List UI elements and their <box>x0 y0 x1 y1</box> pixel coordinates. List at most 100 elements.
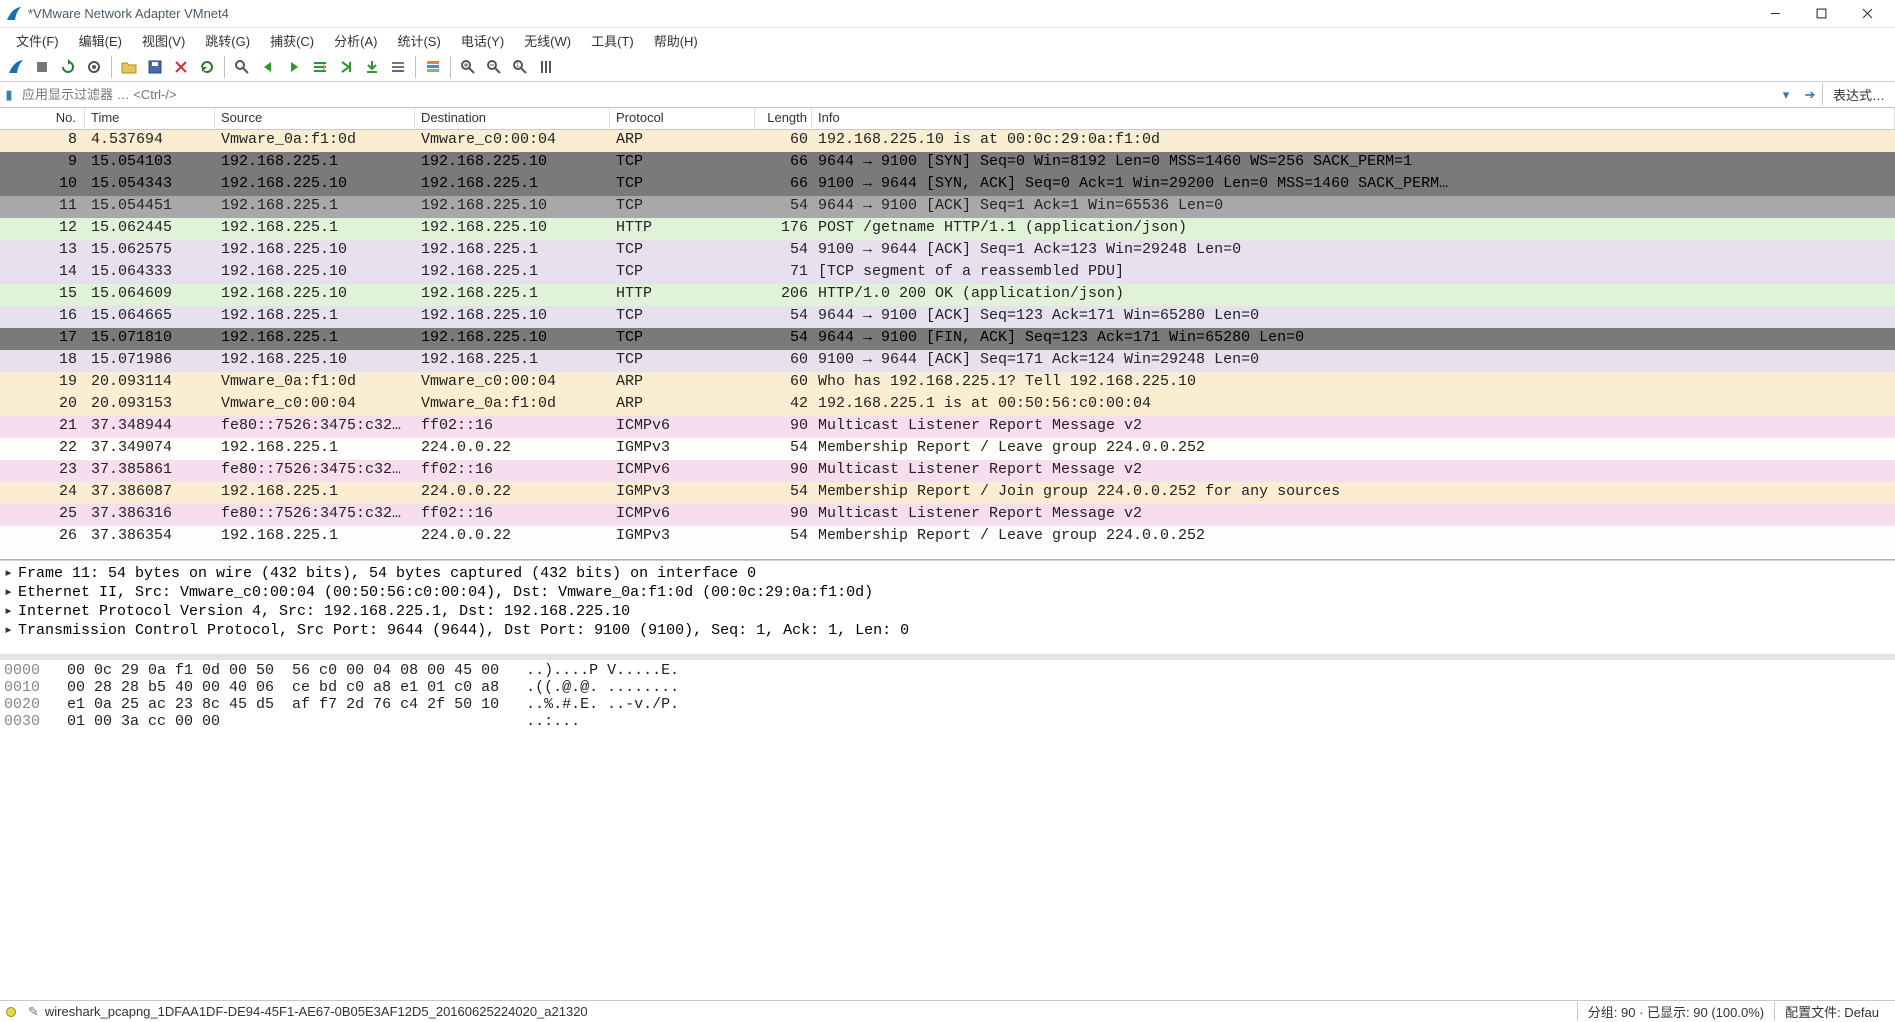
packet-row[interactable]: 1115.054451192.168.225.1192.168.225.10TC… <box>0 196 1895 218</box>
save-file-button[interactable] <box>143 55 167 79</box>
column-info[interactable]: Info <box>812 108 1895 129</box>
packet-row[interactable]: 2137.348944fe80::7526:3475:c32…ff02::16I… <box>0 416 1895 438</box>
expand-icon[interactable]: ▸ <box>4 582 18 601</box>
packet-row[interactable]: 84.537694Vmware_0a:f1:0dVmware_c0:00:04A… <box>0 130 1895 152</box>
packet-info: Membership Report / Leave group 224.0.0.… <box>812 526 1895 548</box>
close-button[interactable] <box>1845 2 1889 26</box>
filter-apply-button[interactable]: ➔ <box>1798 87 1822 103</box>
reload-button[interactable] <box>195 55 219 79</box>
expert-info-icon[interactable] <box>6 1007 16 1017</box>
profile-label[interactable]: 配置文件: Defau <box>1774 1002 1889 1021</box>
edit-icon[interactable]: ✎ <box>28 1004 39 1020</box>
packet-row[interactable]: 1415.064333192.168.225.10192.168.225.1TC… <box>0 262 1895 284</box>
menu-help[interactable]: 帮助(H) <box>644 29 708 52</box>
packet-no: 24 <box>0 482 85 504</box>
capture-options-button[interactable] <box>82 55 106 79</box>
packet-length: 54 <box>755 526 812 548</box>
packet-bytes[interactable]: 0000 00 0c 29 0a f1 0d 00 50 56 c0 00 04… <box>0 660 1895 1000</box>
minimize-button[interactable] <box>1753 2 1797 26</box>
menu-statistics[interactable]: 统计(S) <box>387 29 450 52</box>
bookmark-icon[interactable]: ▮ <box>0 87 18 103</box>
restart-capture-button[interactable] <box>56 55 80 79</box>
packet-source: Vmware_c0:00:04 <box>215 394 415 416</box>
zoom-in-button[interactable] <box>456 55 480 79</box>
packet-length: 66 <box>755 152 812 174</box>
start-capture-button[interactable] <box>4 55 28 79</box>
packet-row[interactable]: 1315.062575192.168.225.10192.168.225.1TC… <box>0 240 1895 262</box>
packet-protocol: ARP <box>610 394 755 416</box>
packet-row[interactable]: 2237.349074192.168.225.1224.0.0.22IGMPv3… <box>0 438 1895 460</box>
packet-length: 60 <box>755 372 812 394</box>
zoom-out-button[interactable] <box>482 55 506 79</box>
expand-icon[interactable]: ▸ <box>4 563 18 582</box>
colorize-button[interactable] <box>421 55 445 79</box>
column-protocol[interactable]: Protocol <box>610 108 755 129</box>
hex-row[interactable]: 0000 00 0c 29 0a f1 0d 00 50 56 c0 00 04… <box>4 662 1891 679</box>
packet-source: Vmware_0a:f1:0d <box>215 372 415 394</box>
stop-capture-button[interactable] <box>30 55 54 79</box>
packet-protocol: ICMPv6 <box>610 416 755 438</box>
menu-tools[interactable]: 工具(T) <box>581 29 644 52</box>
auto-scroll-button[interactable] <box>386 55 410 79</box>
column-length[interactable]: Length <box>755 108 812 129</box>
go-forward-button[interactable] <box>282 55 306 79</box>
menu-capture[interactable]: 捕获(C) <box>260 29 324 52</box>
packet-protocol: IGMPv3 <box>610 526 755 548</box>
filter-dropdown-button[interactable]: ▾ <box>1774 87 1798 103</box>
maximize-button[interactable] <box>1799 2 1843 26</box>
open-file-button[interactable] <box>117 55 141 79</box>
detail-line[interactable]: ▸Frame 11: 54 bytes on wire (432 bits), … <box>4 563 1891 582</box>
packet-row[interactable]: 1515.064609192.168.225.10192.168.225.1HT… <box>0 284 1895 306</box>
packet-row[interactable]: 2437.386087192.168.225.1224.0.0.22IGMPv3… <box>0 482 1895 504</box>
packet-row[interactable]: 1815.071986192.168.225.10192.168.225.1TC… <box>0 350 1895 372</box>
packet-source: Vmware_0a:f1:0d <box>215 130 415 152</box>
packet-row[interactable]: 1715.071810192.168.225.1192.168.225.10TC… <box>0 328 1895 350</box>
go-first-button[interactable] <box>334 55 358 79</box>
column-no[interactable]: No. <box>0 108 85 129</box>
packet-row[interactable]: 1015.054343192.168.225.10192.168.225.1TC… <box>0 174 1895 196</box>
display-filter-input[interactable] <box>18 85 1774 104</box>
column-time[interactable]: Time <box>85 108 215 129</box>
go-back-button[interactable] <box>256 55 280 79</box>
menu-edit[interactable]: 编辑(E) <box>69 29 132 52</box>
column-source[interactable]: Source <box>215 108 415 129</box>
packet-row[interactable]: 2537.386316fe80::7526:3475:c32…ff02::16I… <box>0 504 1895 526</box>
hex-row[interactable]: 0010 00 28 28 b5 40 00 40 06 ce bd c0 a8… <box>4 679 1891 696</box>
hex-row[interactable]: 0030 01 00 3a cc 00 00 ..:... <box>4 713 1891 730</box>
packet-length: 54 <box>755 306 812 328</box>
packet-row[interactable]: 2337.385861fe80::7526:3475:c32…ff02::16I… <box>0 460 1895 482</box>
menu-view[interactable]: 视图(V) <box>132 29 195 52</box>
detail-line[interactable]: ▸Transmission Control Protocol, Src Port… <box>4 620 1891 639</box>
packet-info: [TCP segment of a reassembled PDU] <box>812 262 1895 284</box>
expand-icon[interactable]: ▸ <box>4 620 18 639</box>
find-button[interactable] <box>230 55 254 79</box>
menu-wireless[interactable]: 无线(W) <box>514 29 581 52</box>
menu-file[interactable]: 文件(F) <box>6 29 69 52</box>
go-last-button[interactable] <box>360 55 384 79</box>
expression-button[interactable]: 表达式… <box>1822 83 1895 106</box>
toolbar: 1 <box>0 52 1895 82</box>
menu-telephony[interactable]: 电话(Y) <box>451 29 514 52</box>
go-to-packet-button[interactable] <box>308 55 332 79</box>
packet-row[interactable]: 2637.386354192.168.225.1224.0.0.22IGMPv3… <box>0 526 1895 548</box>
packet-row[interactable]: 915.054103192.168.225.1192.168.225.10TCP… <box>0 152 1895 174</box>
packet-row[interactable]: 1920.093114Vmware_0a:f1:0dVmware_c0:00:0… <box>0 372 1895 394</box>
expand-icon[interactable]: ▸ <box>4 601 18 620</box>
packet-details[interactable]: ▸Frame 11: 54 bytes on wire (432 bits), … <box>0 560 1895 660</box>
packet-source: fe80::7526:3475:c32… <box>215 416 415 438</box>
close-file-button[interactable] <box>169 55 193 79</box>
packet-source: 192.168.225.1 <box>215 438 415 460</box>
packet-source: 192.168.225.1 <box>215 482 415 504</box>
detail-line[interactable]: ▸Internet Protocol Version 4, Src: 192.1… <box>4 601 1891 620</box>
packet-list[interactable]: 84.537694Vmware_0a:f1:0dVmware_c0:00:04A… <box>0 130 1895 560</box>
hex-row[interactable]: 0020 e1 0a 25 ac 23 8c 45 d5 af f7 2d 76… <box>4 696 1891 713</box>
packet-row[interactable]: 1215.062445192.168.225.1192.168.225.10HT… <box>0 218 1895 240</box>
column-destination[interactable]: Destination <box>415 108 610 129</box>
menu-analyze[interactable]: 分析(A) <box>324 29 387 52</box>
packet-row[interactable]: 2020.093153Vmware_c0:00:04Vmware_0a:f1:0… <box>0 394 1895 416</box>
menu-go[interactable]: 跳转(G) <box>195 29 260 52</box>
detail-line[interactable]: ▸Ethernet II, Src: Vmware_c0:00:04 (00:5… <box>4 582 1891 601</box>
zoom-reset-button[interactable]: 1 <box>508 55 532 79</box>
packet-row[interactable]: 1615.064665192.168.225.1192.168.225.10TC… <box>0 306 1895 328</box>
resize-columns-button[interactable] <box>534 55 558 79</box>
